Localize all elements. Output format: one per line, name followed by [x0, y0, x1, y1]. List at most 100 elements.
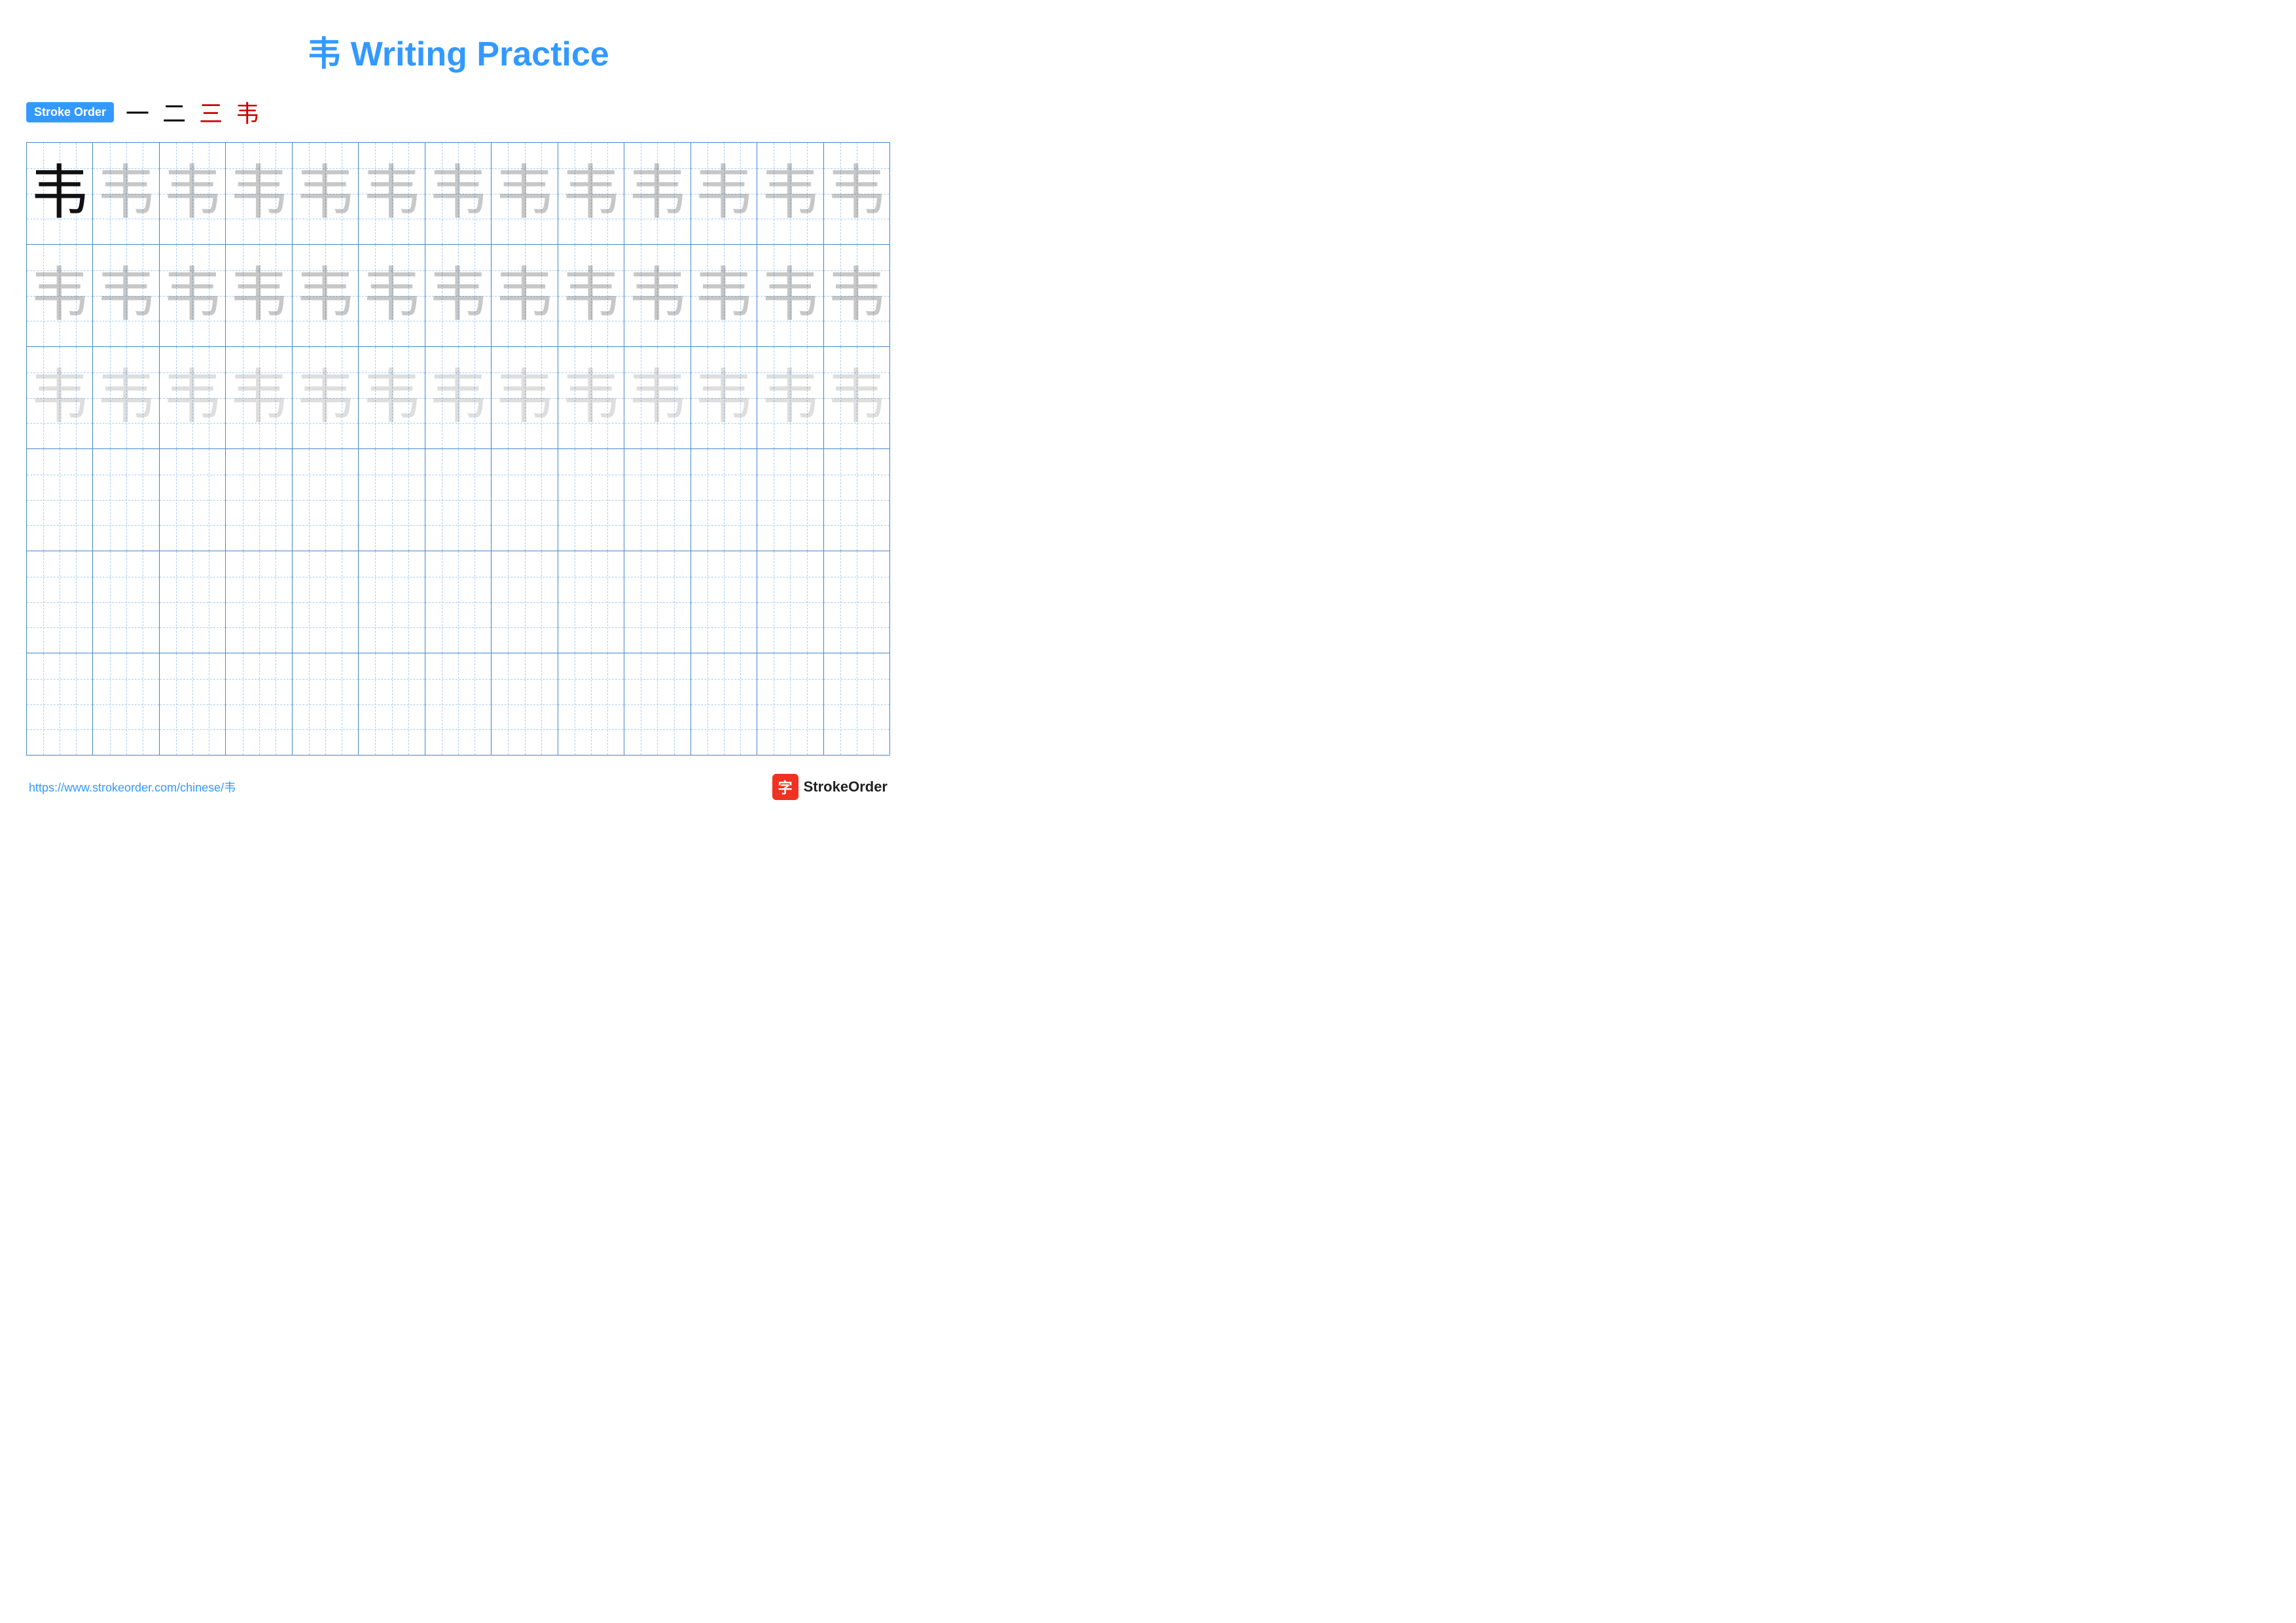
grid-row-3[interactable] — [27, 449, 889, 551]
grid-cell-5-9[interactable] — [624, 653, 691, 755]
grid-cell-5-2[interactable] — [160, 653, 226, 755]
grid-cell-0-7[interactable]: 韦 — [492, 143, 558, 244]
grid-cell-3-7[interactable] — [492, 449, 558, 551]
char-0-9: 韦 — [628, 164, 687, 223]
grid-cell-0-6[interactable]: 韦 — [425, 143, 492, 244]
grid-cell-1-1[interactable]: 韦 — [93, 245, 159, 346]
char-1-4: 韦 — [296, 266, 355, 325]
grid-cell-0-1[interactable]: 韦 — [93, 143, 159, 244]
grid-cell-4-6[interactable] — [425, 551, 492, 653]
grid-cell-1-10[interactable]: 韦 — [691, 245, 757, 346]
char-2-1: 韦 — [97, 369, 156, 428]
grid-row-5[interactable] — [27, 653, 889, 755]
grid-cell-4-10[interactable] — [691, 551, 757, 653]
grid-cell-1-0[interactable]: 韦 — [27, 245, 93, 346]
grid-cell-5-8[interactable] — [558, 653, 624, 755]
grid-cell-0-8[interactable]: 韦 — [558, 143, 624, 244]
grid-cell-4-5[interactable] — [359, 551, 425, 653]
page-title: 韦 Writing Practice — [26, 20, 890, 75]
grid-cell-2-5[interactable]: 韦 — [359, 347, 425, 448]
grid-cell-3-0[interactable] — [27, 449, 93, 551]
grid-cell-4-12[interactable] — [824, 551, 889, 653]
grid-cell-4-0[interactable] — [27, 551, 93, 653]
grid-cell-3-5[interactable] — [359, 449, 425, 551]
grid-cell-1-5[interactable]: 韦 — [359, 245, 425, 346]
grid-cell-3-8[interactable] — [558, 449, 624, 551]
grid-row-0[interactable]: 韦韦韦韦韦韦韦韦韦韦韦韦韦 — [27, 143, 889, 245]
grid-cell-3-10[interactable] — [691, 449, 757, 551]
grid-cell-1-12[interactable]: 韦 — [824, 245, 889, 346]
grid-cell-3-3[interactable] — [226, 449, 292, 551]
brand-name: StrokeOrder — [804, 778, 888, 795]
grid-cell-3-6[interactable] — [425, 449, 492, 551]
grid-cell-5-5[interactable] — [359, 653, 425, 755]
char-2-10: 韦 — [694, 369, 753, 428]
char-2-6: 韦 — [429, 369, 488, 428]
stroke-step-2: 二 — [162, 95, 186, 129]
grid-cell-2-0[interactable]: 韦 — [27, 347, 93, 448]
grid-cell-3-9[interactable] — [624, 449, 691, 551]
grid-cell-3-11[interactable] — [757, 449, 823, 551]
grid-cell-5-3[interactable] — [226, 653, 292, 755]
grid-cell-1-8[interactable]: 韦 — [558, 245, 624, 346]
grid-cell-3-4[interactable] — [293, 449, 359, 551]
grid-cell-5-7[interactable] — [492, 653, 558, 755]
grid-cell-1-7[interactable]: 韦 — [492, 245, 558, 346]
grid-cell-5-1[interactable] — [93, 653, 159, 755]
grid-cell-2-3[interactable]: 韦 — [226, 347, 292, 448]
grid-cell-0-10[interactable]: 韦 — [691, 143, 757, 244]
grid-cell-0-3[interactable]: 韦 — [226, 143, 292, 244]
char-2-7: 韦 — [495, 369, 554, 428]
grid-cell-4-1[interactable] — [93, 551, 159, 653]
grid-cell-2-10[interactable]: 韦 — [691, 347, 757, 448]
stroke-sequence: 一 二 三 韦 — [126, 95, 259, 129]
grid-cell-1-11[interactable]: 韦 — [757, 245, 823, 346]
grid-cell-0-12[interactable]: 韦 — [824, 143, 889, 244]
grid-cell-0-5[interactable]: 韦 — [359, 143, 425, 244]
char-2-0: 韦 — [30, 369, 89, 428]
grid-cell-4-4[interactable] — [293, 551, 359, 653]
grid-cell-5-4[interactable] — [293, 653, 359, 755]
grid-cell-0-2[interactable]: 韦 — [160, 143, 226, 244]
grid-cell-1-3[interactable]: 韦 — [226, 245, 292, 346]
grid-row-1[interactable]: 韦韦韦韦韦韦韦韦韦韦韦韦韦 — [27, 245, 889, 347]
grid-cell-2-7[interactable]: 韦 — [492, 347, 558, 448]
grid-cell-5-0[interactable] — [27, 653, 93, 755]
grid-cell-3-2[interactable] — [160, 449, 226, 551]
grid-cell-4-3[interactable] — [226, 551, 292, 653]
grid-cell-5-6[interactable] — [425, 653, 492, 755]
grid-cell-1-9[interactable]: 韦 — [624, 245, 691, 346]
grid-cell-0-0[interactable]: 韦 — [27, 143, 93, 244]
char-0-3: 韦 — [230, 164, 289, 223]
grid-cell-1-2[interactable]: 韦 — [160, 245, 226, 346]
stroke-order-badge: Stroke Order — [26, 102, 114, 122]
grid-cell-0-9[interactable]: 韦 — [624, 143, 691, 244]
grid-cell-4-11[interactable] — [757, 551, 823, 653]
grid-cell-2-9[interactable]: 韦 — [624, 347, 691, 448]
grid-cell-5-11[interactable] — [757, 653, 823, 755]
grid-cell-4-8[interactable] — [558, 551, 624, 653]
grid-cell-1-6[interactable]: 韦 — [425, 245, 492, 346]
grid-cell-2-8[interactable]: 韦 — [558, 347, 624, 448]
grid-cell-3-1[interactable] — [93, 449, 159, 551]
grid-cell-4-7[interactable] — [492, 551, 558, 653]
grid-cell-2-6[interactable]: 韦 — [425, 347, 492, 448]
grid-row-2[interactable]: 韦韦韦韦韦韦韦韦韦韦韦韦韦 — [27, 347, 889, 449]
grid-cell-2-1[interactable]: 韦 — [93, 347, 159, 448]
grid-cell-4-2[interactable] — [160, 551, 226, 653]
grid-cell-3-12[interactable] — [824, 449, 889, 551]
grid-cell-2-4[interactable]: 韦 — [293, 347, 359, 448]
grid-cell-2-12[interactable]: 韦 — [824, 347, 889, 448]
grid-cell-5-10[interactable] — [691, 653, 757, 755]
footer-url[interactable]: https://www.strokeorder.com/chinese/韦 — [29, 778, 236, 795]
char-1-0: 韦 — [30, 266, 89, 325]
grid-cell-1-4[interactable]: 韦 — [293, 245, 359, 346]
grid-cell-2-2[interactable]: 韦 — [160, 347, 226, 448]
grid-cell-0-11[interactable]: 韦 — [757, 143, 823, 244]
char-1-8: 韦 — [562, 266, 620, 325]
grid-cell-5-12[interactable] — [824, 653, 889, 755]
grid-row-4[interactable] — [27, 551, 889, 653]
grid-cell-4-9[interactable] — [624, 551, 691, 653]
grid-cell-0-4[interactable]: 韦 — [293, 143, 359, 244]
grid-cell-2-11[interactable]: 韦 — [757, 347, 823, 448]
